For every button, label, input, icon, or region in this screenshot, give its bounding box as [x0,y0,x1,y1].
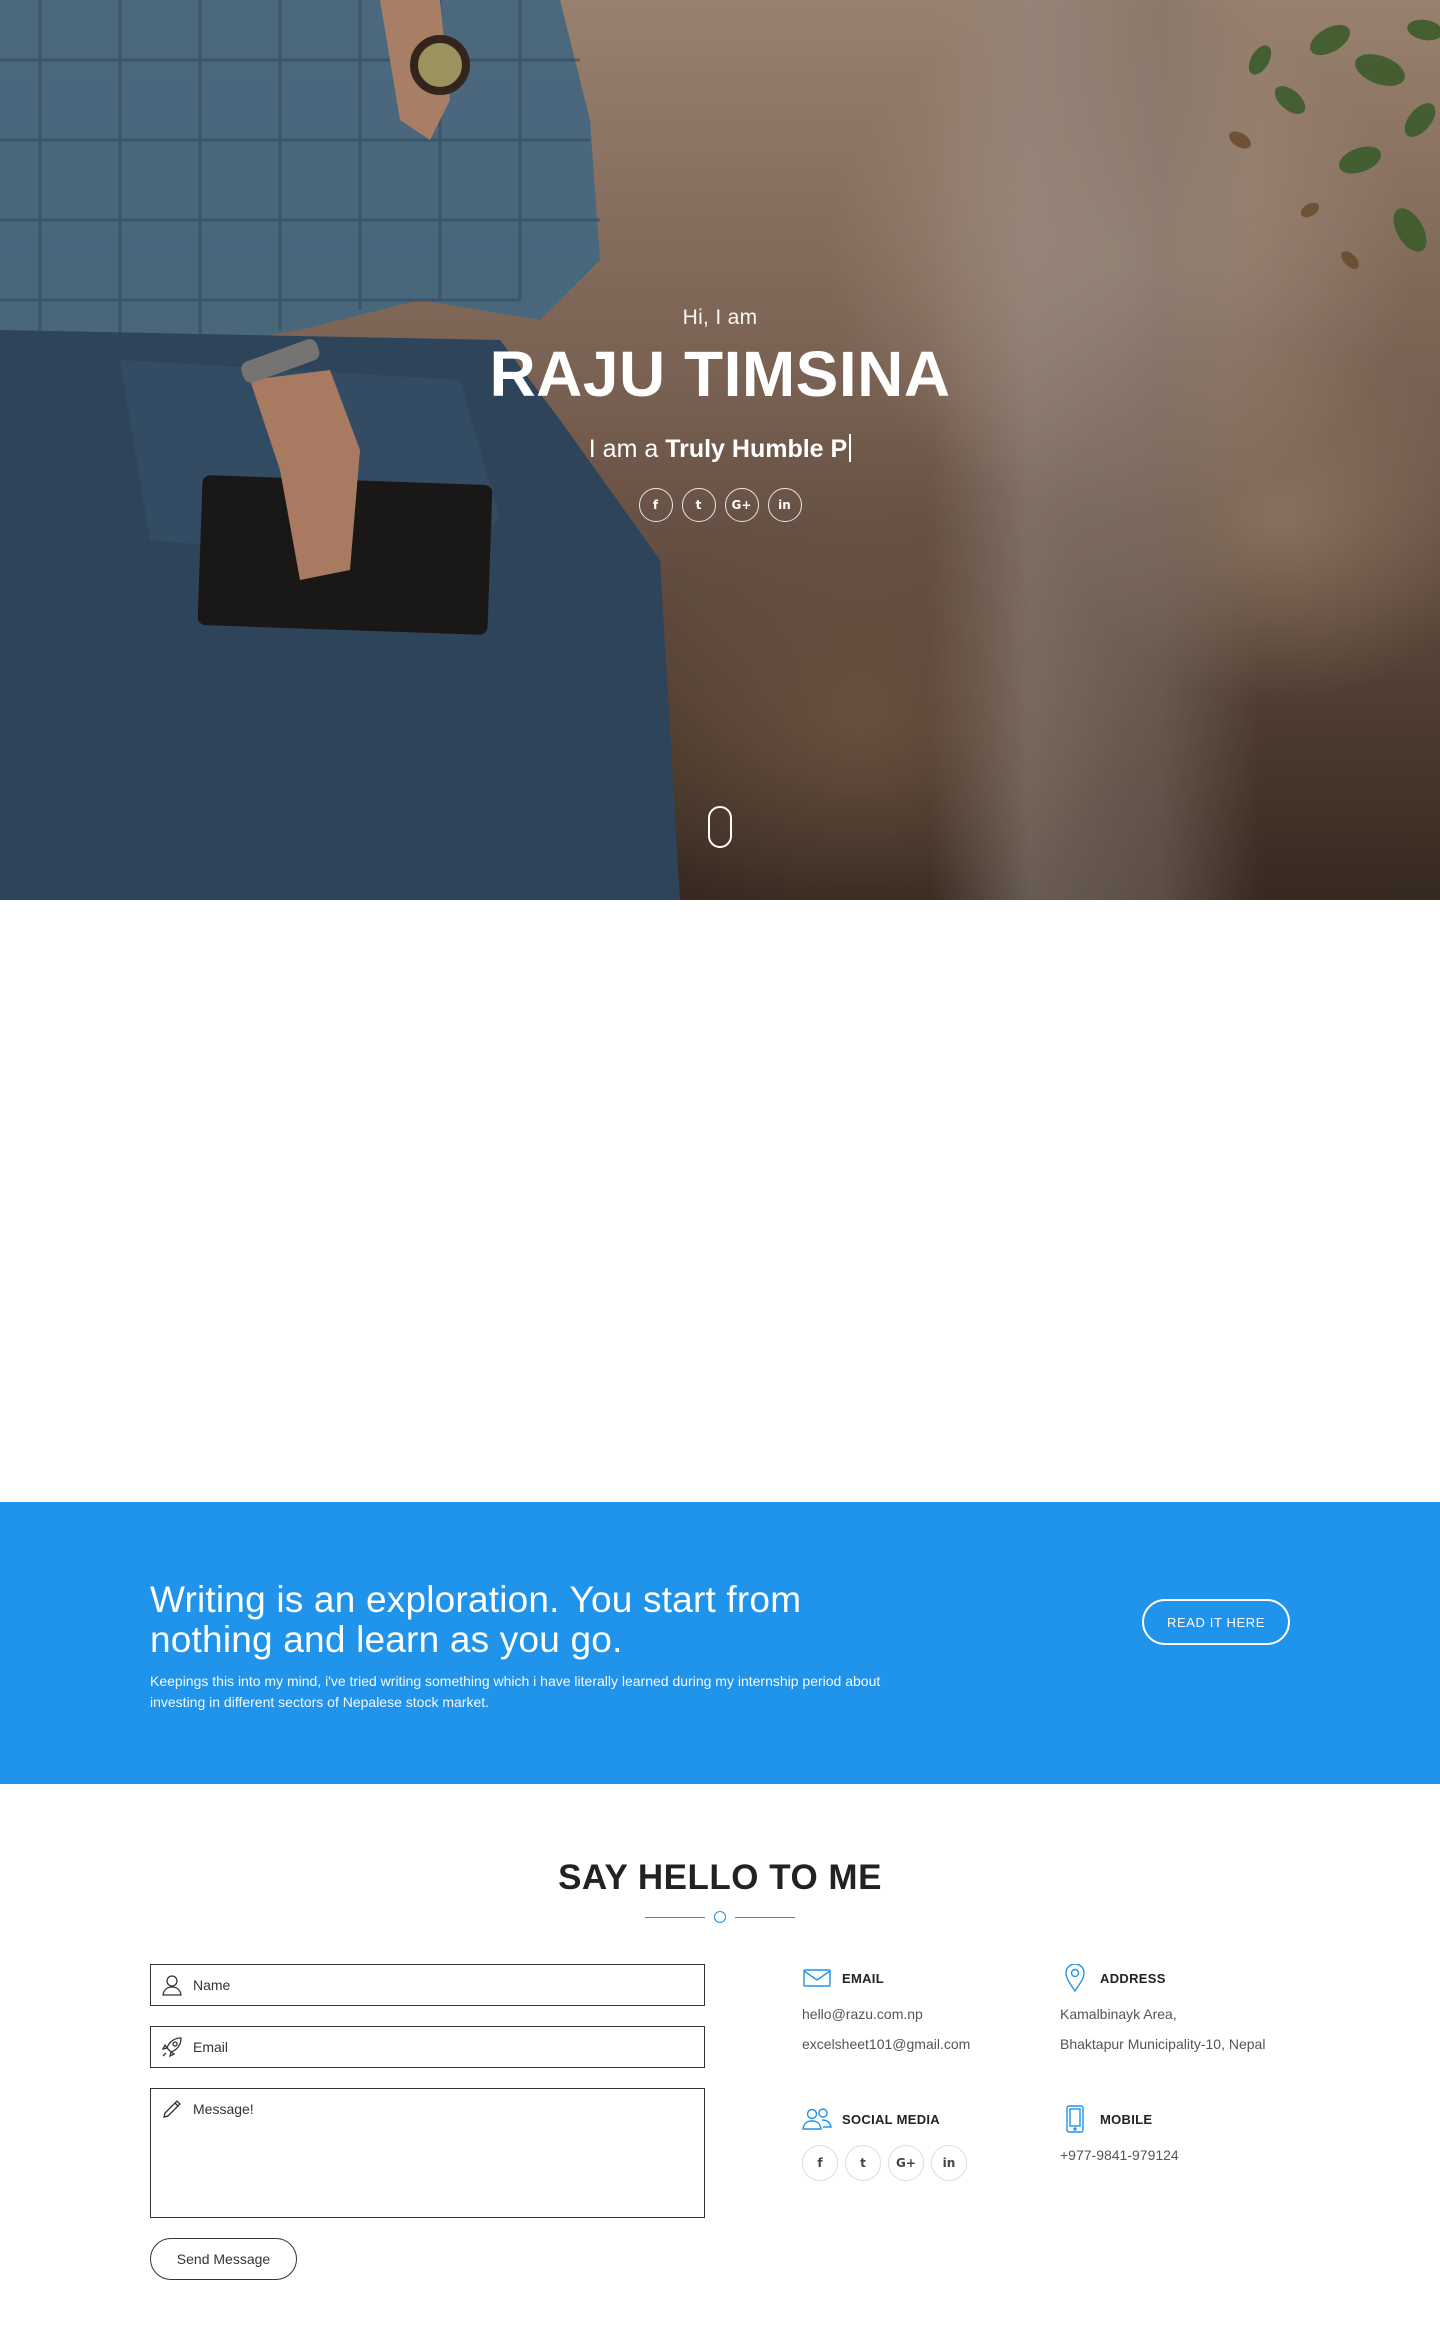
google-plus-icon[interactable]: G+ [888,2145,924,2181]
email-address-primary[interactable]: hello@razu.com.np [802,2006,1032,2022]
writing-cta-section: Writing is an exploration. You start fro… [0,1502,1440,1784]
map-pin-icon [1060,1964,1090,1992]
users-icon [802,2105,832,2133]
user-icon [151,1965,193,2005]
hero-name: RAJU TIMSINA [489,338,951,410]
divider-line-left [645,1917,705,1918]
email-address-secondary[interactable]: excelsheet101@gmail.com [802,2036,1032,2052]
hero-social-links: f t G+ in [0,488,1440,522]
address-line-2: Bhaktapur Municipality-10, Nepal [1060,2036,1266,2052]
mobile-label: MOBILE [1100,2111,1153,2127]
twitter-icon[interactable]: t [845,2145,881,2181]
address-line-1: Kamalbinayk Area, [1060,2006,1177,2022]
mobile-number[interactable]: +977-9841-979124 [1060,2147,1300,2163]
email-placeholder: Email [193,2039,229,2055]
facebook-icon[interactable]: f [638,488,673,522]
scroll-down-icon[interactable] [708,806,732,848]
send-message-button[interactable]: Send Message [150,2238,297,2280]
linkedin-icon[interactable]: in [931,2145,967,2181]
name-placeholder: Name [193,1977,231,1993]
address-label: ADDRESS [1100,1970,1166,1986]
hero-tagline: I am a Truly Humble P [0,434,1440,464]
email-label: EMAIL [842,1970,884,1986]
hero-section: Hi, I am RAJU TIMSINA I am a Truly Humbl… [0,0,1440,900]
divider-dot [714,1911,726,1923]
pencil-icon [151,2089,193,2129]
facebook-icon[interactable]: f [802,2145,838,2181]
cta-title: Writing is an exploration. You start fro… [150,1579,802,1660]
hero-greeting: Hi, I am [682,306,758,329]
mobile-info: MOBILE +977-9841-979124 [1060,2105,1300,2163]
name-field[interactable]: Name [150,1964,705,2006]
social-media-info: SOCIAL MEDIA f t G+ in [802,2105,1032,2181]
email-info: EMAIL hello@razu.com.np excelsheet101@gm… [802,1964,1032,2052]
rocket-icon [151,2027,193,2067]
tagline-prefix: I am a [588,435,659,463]
message-field[interactable]: Message! [150,2088,705,2218]
cta-description: Keepings this into my mind, i've tried w… [150,1673,881,1710]
hero-content: Hi, I am RAJU TIMSINA I am a Truly Humbl… [0,306,1440,522]
message-placeholder: Message! [193,2101,254,2117]
google-plus-icon[interactable]: G+ [724,488,759,522]
envelope-icon [802,1964,832,1992]
linkedin-icon[interactable]: in [767,488,802,522]
contact-social-links: f t G+ in [802,2145,1032,2181]
read-it-here-button[interactable]: READ IT HERE [1142,1599,1290,1645]
contact-section-title: SAY HELLO TO ME [558,1858,882,1897]
twitter-icon[interactable]: t [681,488,716,522]
social-media-label: SOCIAL MEDIA [842,2111,940,2127]
tagline-typed-text: Truly Humble P [665,435,848,463]
divider-line-right [735,1917,795,1918]
mobile-phone-icon [1060,2105,1090,2133]
title-divider [645,1910,795,1924]
typing-caret [849,434,852,462]
email-field[interactable]: Email [150,2026,705,2068]
address-info: ADDRESS Kamalbinayk Area, Bhaktapur Muni… [1060,1964,1300,2052]
